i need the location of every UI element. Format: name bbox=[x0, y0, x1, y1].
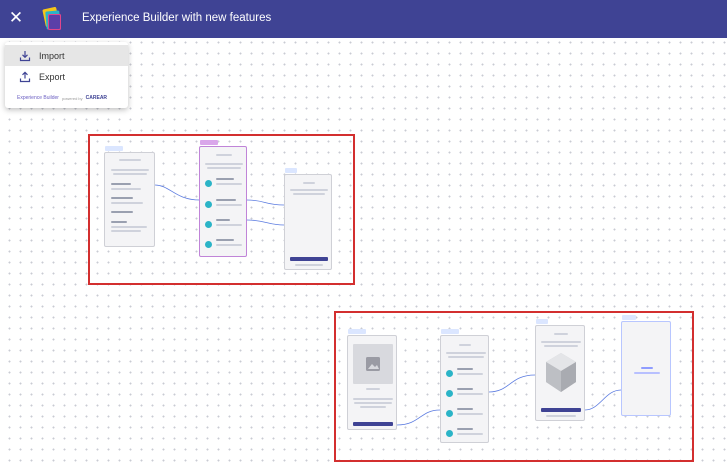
node-text-line bbox=[216, 224, 242, 226]
flow-node-3d-model[interactable] bbox=[535, 319, 585, 421]
node-text-line bbox=[448, 356, 484, 358]
node-tag bbox=[622, 315, 636, 320]
node-text-line bbox=[111, 183, 131, 185]
image-icon bbox=[366, 357, 380, 371]
node-text-line bbox=[216, 178, 234, 180]
flow-node-menu[interactable] bbox=[199, 140, 247, 257]
flow-node-options[interactable] bbox=[440, 329, 489, 443]
node-text-line bbox=[366, 388, 380, 390]
image-placeholder bbox=[353, 344, 393, 384]
node-text-line bbox=[457, 408, 473, 410]
node-text-line bbox=[353, 398, 393, 400]
node-text-line bbox=[216, 219, 230, 221]
node-button bbox=[541, 408, 581, 412]
option-icon bbox=[446, 430, 453, 437]
node-text-line bbox=[205, 163, 243, 165]
close-icon[interactable]: ✕ bbox=[6, 8, 26, 28]
node-button bbox=[290, 257, 328, 261]
node-text-line bbox=[111, 202, 143, 204]
node-text-line bbox=[216, 244, 242, 246]
node-text-line bbox=[459, 344, 471, 346]
option-icon bbox=[446, 410, 453, 417]
node-text-line bbox=[303, 182, 315, 184]
option-icon bbox=[205, 221, 212, 228]
node-text-line bbox=[544, 345, 578, 347]
node-text-line bbox=[111, 211, 133, 213]
node-text-line bbox=[111, 169, 149, 171]
export-label: Export bbox=[39, 71, 66, 82]
node-tag bbox=[105, 146, 123, 151]
node-text-line bbox=[457, 413, 483, 415]
node-text-line bbox=[216, 204, 242, 206]
file-menu: Import Export Experience Builder powered… bbox=[5, 42, 128, 108]
option-icon bbox=[205, 180, 212, 187]
node-text-line bbox=[457, 368, 473, 370]
node-text-line bbox=[111, 221, 127, 223]
node-text-line bbox=[111, 230, 141, 232]
flow-node-start[interactable] bbox=[104, 146, 155, 247]
node-text-line bbox=[111, 188, 141, 190]
powered-brand: CAREAR bbox=[85, 95, 108, 101]
3d-cube-icon bbox=[546, 353, 576, 392]
app-logo-icon bbox=[42, 7, 61, 30]
node-text-line bbox=[457, 428, 473, 430]
node-text-line bbox=[216, 183, 242, 185]
node-text-line bbox=[457, 373, 483, 375]
node-text-line bbox=[554, 333, 568, 335]
node-text-line bbox=[446, 352, 486, 354]
option-icon bbox=[446, 370, 453, 377]
flow-node-done[interactable] bbox=[621, 315, 671, 416]
export-menu-item[interactable]: Export bbox=[5, 66, 128, 87]
node-tag bbox=[200, 140, 218, 145]
powered-product: Experience Builder bbox=[17, 95, 59, 101]
node-tag bbox=[441, 329, 459, 334]
node-text-line bbox=[295, 264, 323, 266]
node-text-line bbox=[290, 189, 328, 191]
node-text-line bbox=[119, 159, 141, 161]
node-text-line bbox=[457, 433, 483, 435]
node-text-line bbox=[546, 415, 576, 417]
node-text-line bbox=[541, 341, 581, 343]
node-tag bbox=[536, 319, 548, 324]
option-icon bbox=[446, 390, 453, 397]
import-label: Import bbox=[39, 50, 65, 61]
node-text-line bbox=[293, 193, 325, 195]
page-title: Experience Builder with new features bbox=[82, 12, 272, 24]
flow-node-upload[interactable] bbox=[347, 329, 397, 430]
node-text-line bbox=[457, 393, 483, 395]
node-text-line bbox=[216, 154, 232, 156]
import-icon bbox=[19, 50, 31, 61]
node-tag bbox=[285, 168, 297, 173]
powered-by: Experience Builder powered by CAREAR bbox=[17, 95, 107, 101]
node-text-line bbox=[354, 402, 392, 404]
node-text-line bbox=[457, 388, 473, 390]
node-text-line bbox=[641, 367, 653, 369]
option-icon bbox=[205, 241, 212, 248]
node-text-line bbox=[634, 372, 660, 374]
powered-text: powered by bbox=[61, 95, 83, 101]
import-menu-item[interactable]: Import bbox=[5, 45, 128, 66]
top-bar: ✕ Experience Builder with new features bbox=[0, 0, 727, 38]
node-button bbox=[353, 422, 393, 426]
node-text-line bbox=[111, 226, 147, 228]
node-text-line bbox=[113, 173, 147, 175]
export-icon bbox=[19, 70, 31, 82]
option-icon bbox=[205, 201, 212, 208]
node-text-line bbox=[360, 406, 386, 408]
node-text-line bbox=[216, 199, 236, 201]
node-tag bbox=[348, 329, 366, 334]
node-text-line bbox=[216, 239, 234, 241]
node-text-line bbox=[111, 197, 133, 199]
node-text-line bbox=[207, 167, 241, 169]
flow-node-end[interactable] bbox=[284, 168, 332, 270]
